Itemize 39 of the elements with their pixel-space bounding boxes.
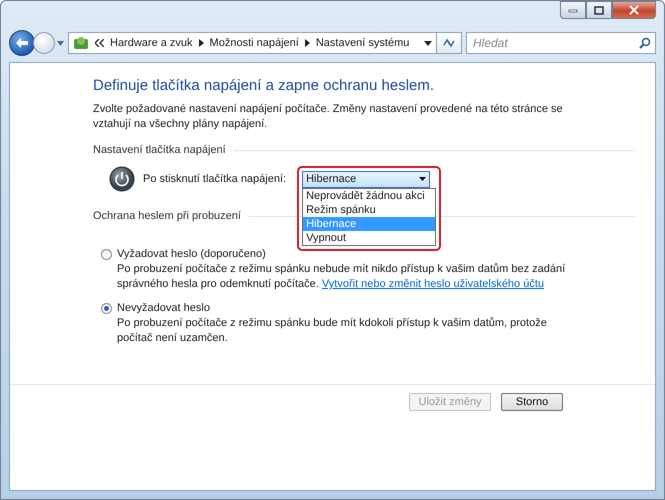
- back-button[interactable]: [9, 30, 35, 56]
- dropdown-option[interactable]: Neprovádět žádnou akci: [303, 188, 436, 202]
- chevron-icon: [95, 39, 104, 47]
- dropdown-option[interactable]: Režim spánku: [303, 202, 436, 216]
- caret-icon: [419, 177, 426, 181]
- breadcrumb[interactable]: Hardware a zvuk: [110, 37, 193, 49]
- minimize-button[interactable]: [560, 1, 586, 19]
- close-button[interactable]: [612, 1, 656, 19]
- page-heading: Definuje tlačítka napájení a zapne ochranu heslem.: [93, 77, 436, 94]
- minimize-icon: [568, 7, 578, 13]
- separator-arrow-icon: [304, 39, 310, 47]
- radio-button[interactable]: [101, 302, 112, 314]
- caret-icon[interactable]: [424, 40, 432, 46]
- maximize-icon: [594, 6, 604, 14]
- intro-text: Zvolte požadované nastavení napájení počítače. Změny nastavení provedené na této stránce se vztahují na všechny plány napájení.: [93, 102, 564, 132]
- option-description: Po probuzení počítače z režimu spánku bude mít kdokoli přístup k vašim datům, protože počítač není uzamčen.: [117, 316, 548, 346]
- radio-button[interactable]: [101, 248, 112, 260]
- control-panel-icon: [73, 35, 89, 51]
- breadcrumb[interactable]: Možnosti napájení: [210, 37, 299, 49]
- breadcrumb[interactable]: Nastavení systému: [316, 37, 410, 49]
- refresh-button[interactable]: [436, 32, 462, 54]
- power-button-label: Po stisknutí tlačítka napájení:: [143, 173, 286, 185]
- radio-label[interactable]: Nevyžadovat heslo: [117, 302, 210, 314]
- radio-label[interactable]: Vyžadovat heslo (doporučeno): [117, 248, 266, 260]
- action-dropdown[interactable]: Hibernace: [302, 170, 430, 188]
- back-arrow-icon: [15, 37, 29, 49]
- account-password-link[interactable]: Vytvořit nebo změnit heslo uživatelského účtu: [322, 278, 544, 290]
- section-title: Nastavení tlačítka napájení: [93, 144, 226, 156]
- separator-arrow-icon: [198, 39, 204, 47]
- section-title: Ochrana heslem při probuzení: [93, 210, 241, 222]
- close-icon: [629, 5, 639, 15]
- search-icon: [639, 37, 651, 49]
- maximize-button[interactable]: [586, 1, 612, 19]
- cancel-button[interactable]: Storno: [501, 393, 563, 411]
- dropdown-option[interactable]: Vypnout: [303, 230, 436, 244]
- power-icon: [109, 166, 135, 192]
- search-field[interactable]: Hledat: [466, 32, 656, 54]
- address-bar[interactable]: Hardware a zvuk Možnosti napájení Nastavení systému: [68, 32, 437, 54]
- option-description: Po probuzení počítače z režimu spánku nebude mít nikdo přístup k vašim datům bez zadání správného hesla pro odemknutí počítače. Vytvořit nebo změnit heslo uživatelského účtu: [117, 262, 566, 292]
